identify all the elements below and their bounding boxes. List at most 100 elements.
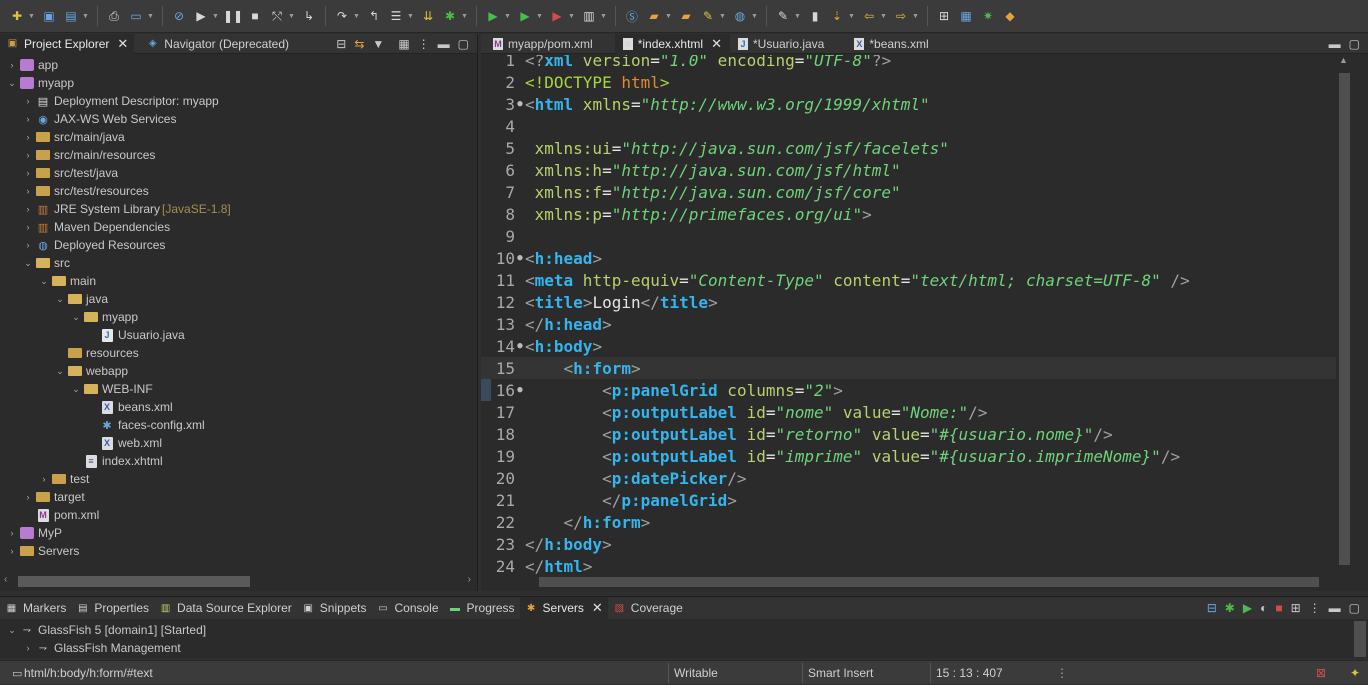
code-line[interactable]: 10 ● <h:head> bbox=[481, 247, 1336, 269]
resume-icon[interactable]: ▶ bbox=[192, 7, 210, 25]
focus-icon[interactable]: ▦ bbox=[398, 37, 409, 51]
error-log-icon[interactable]: ⊠ bbox=[1310, 661, 1326, 685]
editor-tab[interactable]: Mmyapp/pom.xml bbox=[485, 34, 615, 54]
dropdown-arrow-icon[interactable]: ▼ bbox=[600, 13, 607, 20]
terminate-icon[interactable]: ■ bbox=[246, 7, 264, 25]
open-task-icon[interactable]: ▰ bbox=[677, 7, 695, 25]
new-class-icon[interactable]: Ⓢ bbox=[623, 7, 641, 25]
code-line[interactable]: 14 ● <h:body> bbox=[481, 335, 1336, 357]
code-line[interactable]: 1 <?xml version="1.0" encoding="UTF-8"?> bbox=[481, 55, 1336, 71]
debug-icon[interactable]: ✱ bbox=[441, 7, 459, 25]
collapse-all-icon[interactable]: ⊟ bbox=[336, 37, 346, 51]
tree-item[interactable]: Xbeans.xml bbox=[86, 398, 173, 416]
tree-item[interactable]: › ◉ JAX-WS Web Services bbox=[22, 110, 177, 128]
profile-server-icon[interactable]: ◐ bbox=[1260, 601, 1267, 615]
scroll-right-icon[interactable]: › bbox=[468, 574, 471, 585]
chevron-right-icon[interactable]: › bbox=[22, 240, 34, 250]
tree-item[interactable]: Xweb.xml bbox=[86, 434, 162, 452]
new-icon[interactable]: ✚ bbox=[8, 7, 26, 25]
chevron-right-icon[interactable]: › bbox=[22, 168, 34, 178]
server-item[interactable]: › ⇁ GlassFish Management bbox=[22, 639, 181, 657]
tree-item[interactable]: › app bbox=[6, 56, 59, 74]
suspend-icon[interactable]: ❚❚ bbox=[223, 7, 243, 25]
collapse-icon[interactable]: ⊟ bbox=[1207, 601, 1217, 615]
tree-item[interactable]: resources bbox=[54, 344, 139, 362]
disconnect-icon[interactable]: ⤲ bbox=[268, 7, 286, 25]
fold-toggle-icon[interactable]: ● bbox=[515, 341, 525, 351]
code-line[interactable]: 23 </h:body> bbox=[481, 533, 1336, 555]
dropdown-arrow-icon[interactable]: ▼ bbox=[880, 13, 887, 20]
filter-icon[interactable]: ▼ bbox=[372, 37, 384, 51]
tree-item[interactable]: › ◍ Deployed Resources bbox=[22, 236, 166, 254]
bottom-tab[interactable]: ▭ Console bbox=[371, 597, 443, 619]
dropdown-arrow-icon[interactable]: ▼ bbox=[848, 13, 855, 20]
tree-item[interactable]: ⌄ WEB-INF bbox=[70, 380, 152, 398]
code-line[interactable]: 3 ● <html xmlns="http://www.w3.org/1999/xh… bbox=[481, 93, 1336, 115]
editor-tab[interactable]: ≡ *index.xhtml ✕ bbox=[614, 33, 730, 54]
next-annotation-icon[interactable]: ⇣ bbox=[828, 7, 846, 25]
open-type-icon[interactable]: ▰ bbox=[645, 7, 663, 25]
code-line[interactable]: 7 xmlns:f="http://java.sun.com/jsf/core" bbox=[481, 181, 1336, 203]
stop-server-icon[interactable]: ■ bbox=[1275, 601, 1282, 615]
print-icon[interactable]: ⎙ bbox=[105, 7, 123, 25]
editor-tab[interactable]: X *beans.xml bbox=[846, 34, 950, 54]
tree-item[interactable]: › src/test/resources bbox=[22, 182, 149, 200]
server-item[interactable]: ⌄ ⇁ GlassFish 5 [domain1] [Started] bbox=[6, 621, 206, 639]
use-step-filters-icon[interactable]: ⇊ bbox=[419, 7, 437, 25]
tree-item[interactable]: › src/test/java bbox=[22, 164, 119, 182]
save-icon[interactable]: ▣ bbox=[40, 7, 58, 25]
code-editor[interactable]: 1 <?xml version="1.0" encoding="UTF-8"?> 2… bbox=[481, 55, 1336, 575]
dropdown-arrow-icon[interactable]: ▼ bbox=[568, 13, 575, 20]
step-over-icon[interactable]: ↷ bbox=[333, 7, 351, 25]
status-menu-icon[interactable]: ⋮ bbox=[1050, 661, 1068, 685]
close-icon[interactable]: ✕ bbox=[592, 600, 603, 616]
code-line[interactable]: 2 <!DOCTYPE html> bbox=[481, 71, 1336, 93]
code-line[interactable]: 9 bbox=[481, 225, 1336, 247]
tree-item[interactable]: › ▥ Maven Dependencies bbox=[22, 218, 171, 236]
globe-icon[interactable]: ◍ bbox=[731, 7, 749, 25]
code-line[interactable]: 20 <p:datePicker/> bbox=[481, 467, 1336, 489]
tree-item[interactable]: ≡ index.xhtml bbox=[70, 452, 163, 470]
chevron-down-icon[interactable]: ⌄ bbox=[70, 384, 82, 395]
back-icon[interactable]: ⇦ bbox=[860, 7, 878, 25]
step-into-icon[interactable]: ↳ bbox=[300, 7, 318, 25]
overview-ruler[interactable] bbox=[1354, 55, 1368, 575]
step-return-icon[interactable]: ↰ bbox=[365, 7, 383, 25]
view-menu-icon[interactable]: ⋮ bbox=[1309, 601, 1321, 615]
code-line[interactable]: 12 <title>Login</title> bbox=[481, 291, 1336, 313]
tree-item[interactable]: Mpom.xml bbox=[22, 506, 99, 524]
dropdown-arrow-icon[interactable]: ▼ bbox=[461, 13, 468, 20]
code-line[interactable]: 11 <meta http-equiv="Content-Type" conten… bbox=[481, 269, 1336, 291]
maximize-icon[interactable]: ▢ bbox=[1349, 37, 1360, 51]
maximize-icon[interactable]: ▢ bbox=[1349, 601, 1360, 615]
chevron-down-icon[interactable]: ⌄ bbox=[22, 258, 34, 269]
code-line[interactable]: 17 <p:outputLabel id="nome" value="Nome:… bbox=[481, 401, 1336, 423]
code-line[interactable]: 8 xmlns:p="http://primefaces.org/ui"> bbox=[481, 203, 1336, 225]
close-icon[interactable]: ✕ bbox=[711, 36, 722, 52]
chevron-down-icon[interactable]: ⌄ bbox=[54, 294, 66, 305]
tip-icon[interactable]: ✦ bbox=[1344, 661, 1360, 685]
dropdown-arrow-icon[interactable]: ▼ bbox=[719, 13, 726, 20]
chevron-right-icon[interactable]: › bbox=[22, 150, 34, 160]
bottom-tab[interactable]: ▤ Properties bbox=[71, 597, 154, 619]
bottom-tab[interactable]: ▣ Snippets bbox=[297, 597, 372, 619]
chevron-down-icon[interactable]: ⌄ bbox=[38, 276, 50, 287]
toggle-mark-icon[interactable]: ▭ bbox=[127, 7, 145, 25]
tree-item[interactable]: › test bbox=[38, 470, 90, 488]
tree-item[interactable]: ✱ faces-config.xml bbox=[86, 416, 204, 434]
tree-item[interactable]: › target bbox=[22, 488, 85, 506]
code-line[interactable]: 15 <h:form> bbox=[481, 357, 1336, 379]
scroll-thumb[interactable] bbox=[539, 577, 1319, 587]
scroll-thumb[interactable] bbox=[18, 576, 250, 587]
bottom-tab[interactable]: ▥ Data Source Explorer bbox=[154, 597, 297, 619]
dropdown-arrow-icon[interactable]: ▼ bbox=[912, 13, 919, 20]
dropdown-arrow-icon[interactable]: ▼ bbox=[212, 13, 219, 20]
drop-frame-icon[interactable]: ☰ bbox=[387, 7, 405, 25]
scroll-left-icon[interactable]: ‹ bbox=[4, 574, 7, 585]
minimize-icon[interactable]: ▬ bbox=[438, 37, 450, 51]
dropdown-arrow-icon[interactable]: ▼ bbox=[794, 13, 801, 20]
scroll-up-icon[interactable]: ▲ bbox=[1339, 55, 1348, 65]
bottom-tab[interactable]: ▦ Markers bbox=[0, 597, 71, 619]
tree-item[interactable]: › Servers bbox=[6, 542, 80, 560]
chevron-down-icon[interactable]: ⌄ bbox=[6, 625, 18, 636]
